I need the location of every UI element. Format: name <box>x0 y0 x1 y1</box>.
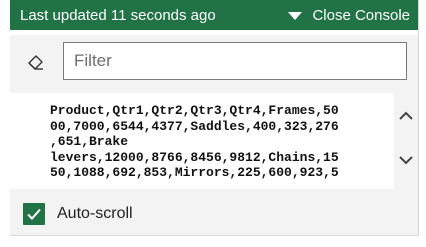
eraser-icon <box>28 55 43 70</box>
clear-console-button[interactable] <box>24 50 48 74</box>
console-header: Last updated 11 seconds ago Close Consol… <box>10 0 418 30</box>
checkmark-icon <box>27 208 41 220</box>
console-panel: Last updated 11 seconds ago Close Consol… <box>10 0 419 236</box>
chevron-down-icon[interactable] <box>398 153 414 167</box>
close-console-button[interactable]: Close Console <box>288 7 410 24</box>
auto-scroll-checkbox[interactable] <box>23 203 45 225</box>
auto-scroll-label: Auto-scroll <box>57 205 133 222</box>
header-divider <box>10 30 418 35</box>
auto-scroll-toggle[interactable]: Auto-scroll <box>23 203 133 225</box>
filter-input[interactable] <box>63 42 407 80</box>
triangle-down-icon <box>288 11 303 20</box>
chevron-up-icon[interactable] <box>398 109 414 123</box>
log-scrollbar[interactable] <box>394 93 418 189</box>
last-updated-status: Last updated 11 seconds ago <box>20 7 216 24</box>
close-console-label: Close Console <box>312 7 410 24</box>
console-log-text: Product,Qtr1,Qtr2,Qtr3,Qtr4,Frames,50 00… <box>50 103 339 180</box>
console-log[interactable]: Product,Qtr1,Qtr2,Qtr3,Qtr4,Frames,50 00… <box>10 93 394 189</box>
